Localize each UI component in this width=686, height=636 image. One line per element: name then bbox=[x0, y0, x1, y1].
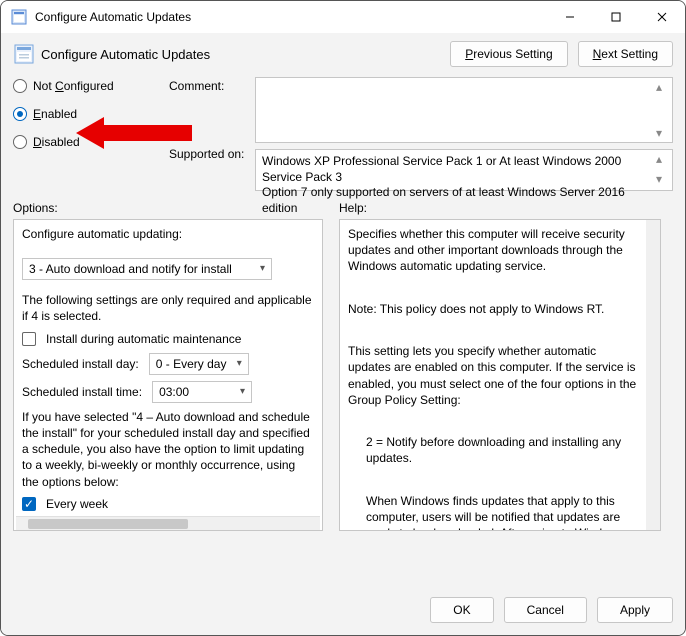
options-h-scrollbar[interactable] bbox=[16, 516, 320, 530]
checkbox-icon bbox=[22, 332, 36, 346]
radio-not-configured[interactable]: Not Configured bbox=[13, 79, 163, 93]
chevron-down-icon: ▾ bbox=[260, 262, 265, 276]
help-text: Note: This policy does not apply to Wind… bbox=[348, 301, 638, 317]
radio-disabled[interactable]: Disabled bbox=[13, 135, 163, 149]
options-panel: Configure automatic updating: 3 - Auto d… bbox=[13, 219, 323, 531]
options-text: Configure automatic updating: bbox=[22, 226, 314, 242]
supported-on-label: Supported on: bbox=[169, 145, 249, 161]
policy-title: Configure Automatic Updates bbox=[41, 47, 440, 62]
radio-icon bbox=[13, 79, 27, 93]
scroll-up-icon[interactable]: ▴ bbox=[656, 80, 670, 94]
ok-button[interactable]: OK bbox=[430, 597, 493, 623]
install-day-select[interactable]: 0 - Every day▾ bbox=[149, 353, 249, 375]
close-button[interactable] bbox=[639, 1, 685, 33]
chevron-down-icon: ▾ bbox=[240, 385, 245, 399]
window-title: Configure Automatic Updates bbox=[35, 10, 547, 24]
apply-button[interactable]: Apply bbox=[597, 597, 673, 623]
scroll-down-icon[interactable]: ▾ bbox=[656, 126, 670, 140]
help-panel: Specifies whether this computer will rec… bbox=[339, 219, 661, 531]
comment-textarea[interactable]: ▴▾ bbox=[255, 77, 673, 143]
app-icon bbox=[11, 9, 27, 25]
cancel-button[interactable]: Cancel bbox=[504, 597, 587, 623]
updating-mode-select[interactable]: 3 - Auto download and notify for install… bbox=[22, 258, 272, 280]
radio-icon bbox=[13, 107, 27, 121]
maximize-button[interactable] bbox=[593, 1, 639, 33]
scroll-up-icon[interactable]: ▴ bbox=[656, 152, 670, 168]
next-setting-button[interactable]: Next Setting bbox=[578, 41, 673, 67]
options-text: The following settings are only required… bbox=[22, 292, 314, 324]
help-v-scrollbar[interactable] bbox=[646, 220, 660, 530]
supported-on-text: Windows XP Professional Service Pack 1 o… bbox=[255, 149, 673, 191]
help-text: This setting lets you specify whether au… bbox=[348, 343, 638, 408]
install-during-maintenance-checkbox[interactable]: Install during automatic maintenance bbox=[22, 331, 314, 347]
radio-enabled[interactable]: Enabled bbox=[13, 107, 163, 121]
minimize-button[interactable] bbox=[547, 1, 593, 33]
help-text: Specifies whether this computer will rec… bbox=[348, 226, 638, 275]
help-text: When Windows finds updates that apply to… bbox=[348, 493, 638, 531]
chevron-down-icon: ▾ bbox=[237, 357, 242, 371]
install-time-select[interactable]: 03:00▾ bbox=[152, 381, 252, 403]
install-time-label: Scheduled install time: bbox=[22, 384, 142, 400]
scroll-down-icon[interactable]: ▾ bbox=[656, 172, 670, 188]
install-day-label: Scheduled install day: bbox=[22, 356, 139, 372]
options-text: If you have selected "4 – Auto download … bbox=[22, 409, 314, 490]
checkbox-icon: ✓ bbox=[22, 497, 36, 511]
help-text: 2 = Notify before downloading and instal… bbox=[348, 434, 638, 466]
radio-icon bbox=[13, 135, 27, 149]
comment-label: Comment: bbox=[169, 77, 249, 93]
every-week-checkbox[interactable]: ✓ Every week bbox=[22, 496, 314, 512]
policy-icon bbox=[13, 43, 35, 65]
previous-setting-button[interactable]: Previous Setting bbox=[450, 41, 567, 67]
